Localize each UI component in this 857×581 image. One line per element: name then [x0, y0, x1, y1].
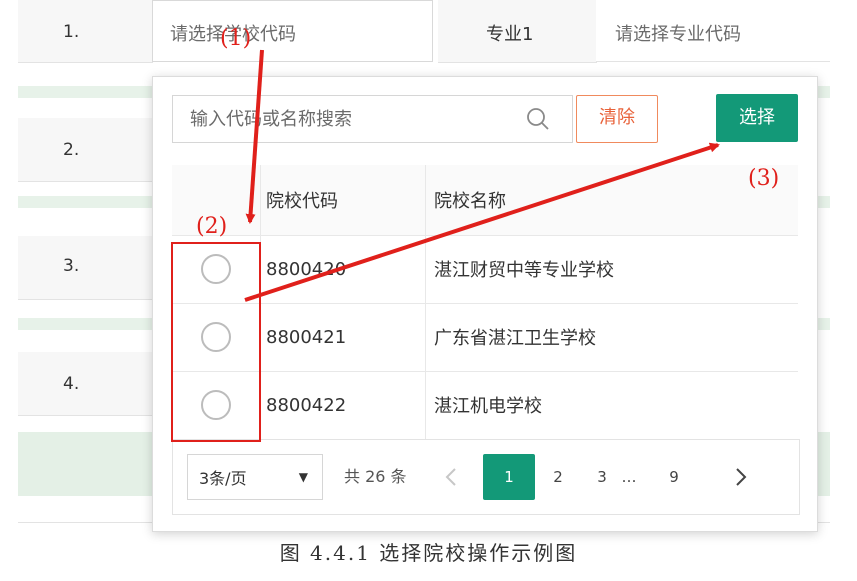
- annotation-step2: (2): [196, 214, 228, 239]
- radio-highlight-box: [171, 242, 261, 442]
- annotation-overlay: [171, 49, 720, 442]
- arrow-step1: [245, 49, 264, 224]
- figure-caption: 图 4.4.1 选择院校操作示例图: [279, 541, 578, 565]
- arrow-step3: [244, 142, 720, 302]
- annotation-step1: (1): [220, 26, 252, 51]
- annotation-step3: (3): [748, 166, 780, 191]
